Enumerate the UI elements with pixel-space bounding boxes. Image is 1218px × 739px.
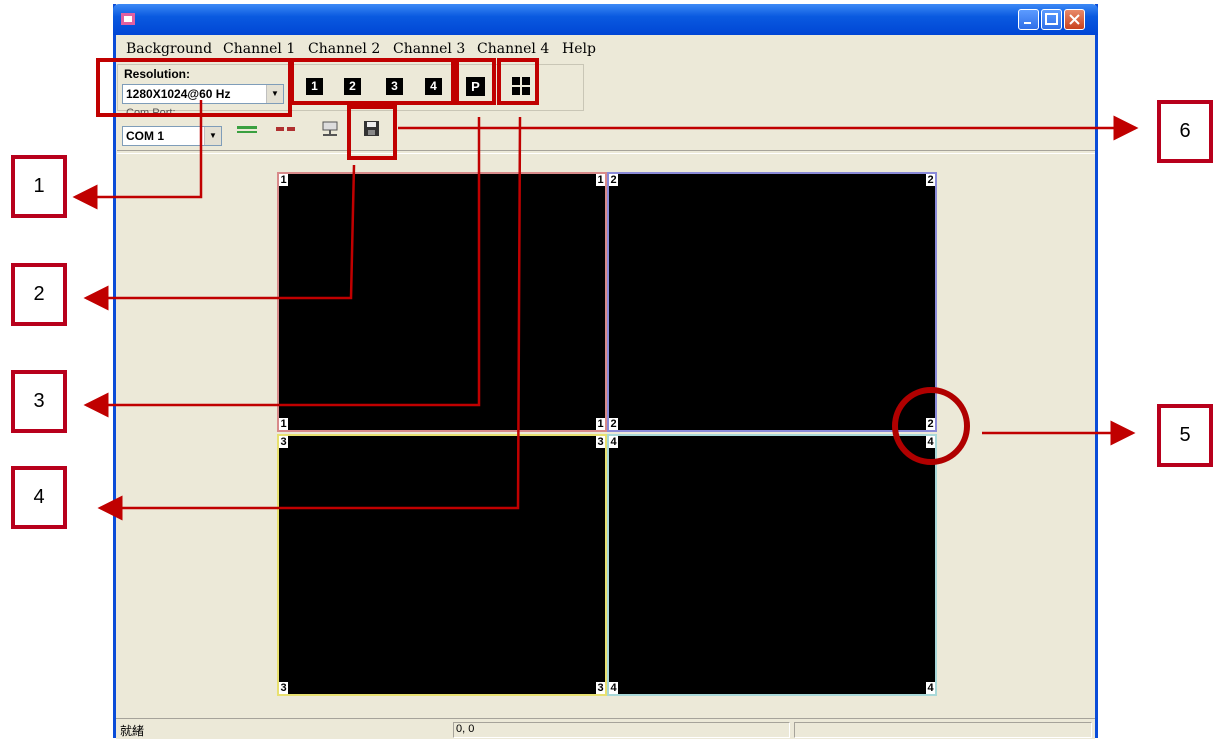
corner-label: 3 <box>279 682 288 694</box>
status-bar: 就緒 0, 0 <box>116 718 1095 739</box>
corner-label: 4 <box>609 436 618 448</box>
app-icon <box>121 13 135 25</box>
channel-4-panel[interactable]: 4 4 4 4 <box>607 434 937 696</box>
corner-label: 2 <box>926 418 935 430</box>
corner-label: 4 <box>926 682 935 694</box>
highlight-channel-buttons <box>290 58 455 105</box>
menu-help[interactable]: Help <box>562 41 596 57</box>
comport-value: COM 1 <box>126 129 165 143</box>
title-bar <box>113 4 1098 35</box>
menu-channel-1[interactable]: Channel 1 <box>223 41 295 57</box>
menu-channel-4[interactable]: Channel 4 <box>477 41 549 57</box>
channel-1-panel[interactable]: 1 1 1 1 <box>277 172 607 432</box>
close-icon <box>1069 14 1080 25</box>
connect-icon[interactable] <box>236 124 258 136</box>
corner-label: 4 <box>926 436 935 448</box>
chevron-down-icon[interactable]: ▼ <box>204 127 221 145</box>
menu-background[interactable]: Background <box>126 41 212 57</box>
maximize-icon <box>1045 13 1058 25</box>
channel-2-panel[interactable]: 2 2 2 2 <box>607 172 937 432</box>
callout-6: 6 <box>1157 100 1213 163</box>
corner-label: 1 <box>279 418 288 430</box>
highlight-quad-button <box>497 58 539 105</box>
disconnect-icon[interactable] <box>275 124 297 136</box>
comport-select[interactable]: COM 1 ▼ <box>122 126 222 146</box>
callout-1: 1 <box>11 155 67 218</box>
corner-label: 3 <box>596 436 605 448</box>
highlight-p-button <box>455 58 496 105</box>
network-icon[interactable] <box>320 119 340 139</box>
toolbar-separator <box>117 150 1095 154</box>
channel-3-panel[interactable]: 3 3 3 3 <box>277 434 607 696</box>
callout-4: 4 <box>11 466 67 529</box>
menu-channel-2[interactable]: Channel 2 <box>308 41 380 57</box>
maximize-button[interactable] <box>1041 9 1062 30</box>
corner-label: 2 <box>609 174 618 186</box>
callout-5: 5 <box>1157 404 1213 467</box>
status-ready: 就緒 <box>120 724 145 738</box>
corner-label: 3 <box>279 436 288 448</box>
callout-3: 3 <box>11 370 67 433</box>
corner-label: 1 <box>279 174 288 186</box>
menu-channel-3[interactable]: Channel 3 <box>393 41 465 57</box>
minimize-icon <box>1024 22 1031 24</box>
callout-2: 2 <box>11 263 67 326</box>
status-coords-cell: 0, 0 <box>453 722 790 738</box>
corner-label: 1 <box>596 174 605 186</box>
corner-label: 2 <box>609 418 618 430</box>
corner-label: 2 <box>926 174 935 186</box>
status-coords: 0, 0 <box>456 723 475 735</box>
close-button[interactable] <box>1064 9 1085 30</box>
corner-label: 1 <box>596 418 605 430</box>
corner-label: 3 <box>596 682 605 694</box>
minimize-button[interactable] <box>1018 9 1039 30</box>
corner-label: 4 <box>609 682 618 694</box>
highlight-save-button <box>347 105 397 160</box>
status-cell <box>794 722 1092 738</box>
highlight-resolution <box>96 58 292 117</box>
